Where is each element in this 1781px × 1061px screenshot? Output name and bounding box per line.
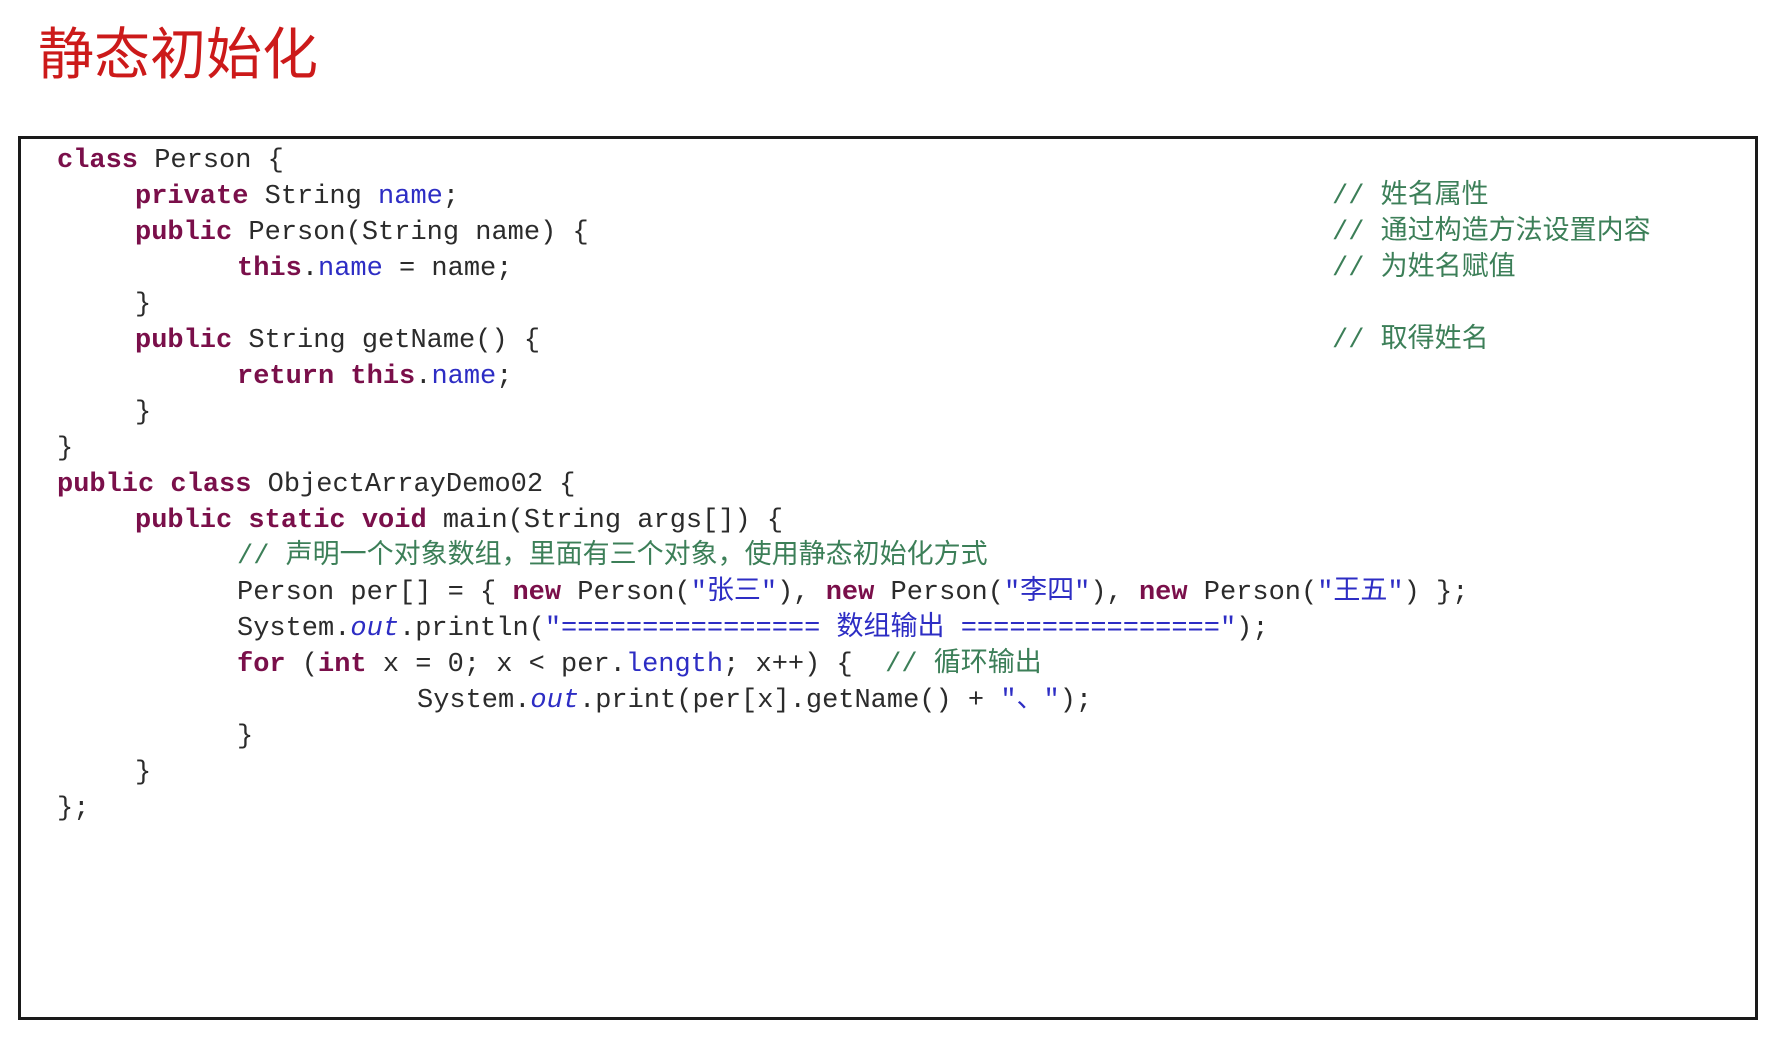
- keyword-class: class: [57, 146, 139, 176]
- field-name: name: [378, 182, 443, 212]
- code-line-19: };: [57, 791, 89, 827]
- code-line-11: public static void main(String args[]) {: [135, 503, 783, 539]
- slide-title: 静态初始化: [38, 23, 318, 88]
- code-text: ObjectArrayDemo02 {: [251, 470, 576, 500]
- code-block: class Person { private String name; // 姓…: [18, 136, 1758, 1020]
- string-literal: "================ 数组输出 ================": [544, 614, 1237, 644]
- string-literal: "张三": [690, 578, 778, 608]
- code-text: ; x++) {: [723, 650, 886, 680]
- comment-get-name: // 取得姓名: [1332, 326, 1489, 356]
- code-text: ) };: [1403, 578, 1469, 608]
- code-text: );: [1236, 614, 1269, 644]
- comment-declare-array: // 声明一个对象数组，里面有三个对象，使用静态初始化方式: [237, 542, 988, 572]
- code-text: }: [135, 398, 152, 428]
- keyword-this: this: [237, 254, 302, 284]
- keyword-void: void: [361, 506, 427, 536]
- static-field-out: out: [530, 686, 580, 716]
- code-text: }: [135, 758, 152, 788]
- code-text: main(String args[]) {: [426, 506, 784, 536]
- code-text: .: [301, 254, 319, 284]
- code-line-5: }: [135, 287, 151, 323]
- keyword-new: new: [1138, 578, 1188, 608]
- code-text: Person(: [1187, 578, 1318, 608]
- code-text: String getName() {: [232, 326, 541, 356]
- code-text: String: [248, 182, 379, 212]
- keyword-static: static: [248, 506, 346, 536]
- keyword-class: class: [170, 470, 252, 500]
- code-text: Person(: [561, 578, 691, 608]
- keyword-new: new: [512, 578, 562, 608]
- keyword-private: private: [135, 182, 249, 212]
- keyword-public: public: [135, 506, 233, 536]
- comment-assign-name: // 为姓名赋值: [1332, 254, 1516, 284]
- code-text: Person {: [138, 146, 284, 176]
- code-text: ),: [777, 578, 826, 608]
- keyword-this: this: [350, 362, 416, 392]
- code-line-7: return this.name;: [237, 359, 512, 395]
- code-text: ;: [496, 362, 513, 392]
- field-name: name: [431, 362, 497, 392]
- code-text: (: [285, 650, 319, 680]
- code-line-2: private String name;: [135, 179, 459, 215]
- code-text: ),: [1090, 578, 1139, 608]
- code-text: }: [237, 722, 254, 752]
- code-line-6: public String getName() {: [135, 323, 540, 359]
- code-text: Person(: [874, 578, 1004, 608]
- keyword-int: int: [318, 650, 367, 680]
- code-text: .println(: [399, 614, 545, 644]
- code-text: System.: [417, 686, 531, 716]
- code-text: ;: [442, 182, 460, 212]
- string-literal: "、": [1000, 686, 1060, 716]
- code-text: x = 0; x < per.: [366, 650, 626, 680]
- code-line-17: }: [237, 719, 253, 755]
- static-field-out: out: [350, 614, 400, 644]
- code-text: }: [57, 434, 74, 464]
- string-literal: "王五": [1317, 578, 1404, 608]
- keyword-for: for: [237, 650, 286, 680]
- keyword-public: public: [135, 218, 233, 248]
- comment-loop-output: // 循环输出: [885, 650, 1042, 680]
- code-line-14: System.out.println("================ 数组输…: [237, 611, 1269, 647]
- code-text: };: [57, 794, 90, 824]
- code-line-13: Person per[] = { new Person("张三"), new P…: [237, 575, 1468, 611]
- code-text: = name;: [382, 254, 513, 284]
- code-text: Person(String name) {: [232, 218, 589, 248]
- comment-name-attribute: // 姓名属性: [1332, 182, 1489, 212]
- code-line-9: }: [57, 431, 73, 467]
- code-line-8: }: [135, 395, 151, 431]
- code-line-15: for (int x = 0; x < per.length; x++) { /…: [237, 647, 1042, 683]
- code-line-4: this.name = name;: [237, 251, 512, 287]
- code-line-3: public Person(String name) {: [135, 215, 589, 251]
- code-text: );: [1059, 686, 1093, 716]
- keyword-return: return: [237, 362, 335, 392]
- code-line-1: class Person {: [57, 143, 284, 179]
- keyword-public: public: [57, 470, 155, 500]
- field-name: name: [318, 254, 383, 284]
- code-line-18: }: [135, 755, 151, 791]
- keyword-new: new: [825, 578, 875, 608]
- keyword-public: public: [135, 326, 233, 356]
- code-line-12: // 声明一个对象数组，里面有三个对象，使用静态初始化方式: [237, 539, 988, 575]
- code-text: .print(per[x].getName() +: [579, 686, 1001, 716]
- comment-constructor: // 通过构造方法设置内容: [1332, 218, 1651, 248]
- field-length: length: [625, 650, 724, 680]
- string-literal: "李四": [1003, 578, 1091, 608]
- code-line-10: public class ObjectArrayDemo02 {: [57, 467, 576, 503]
- code-line-16: System.out.print(per[x].getName() + "、")…: [417, 683, 1092, 719]
- code-text: .: [415, 362, 432, 392]
- code-text: System.: [237, 614, 351, 644]
- code-text: }: [135, 290, 152, 320]
- code-text: Person per[] = {: [237, 578, 513, 608]
